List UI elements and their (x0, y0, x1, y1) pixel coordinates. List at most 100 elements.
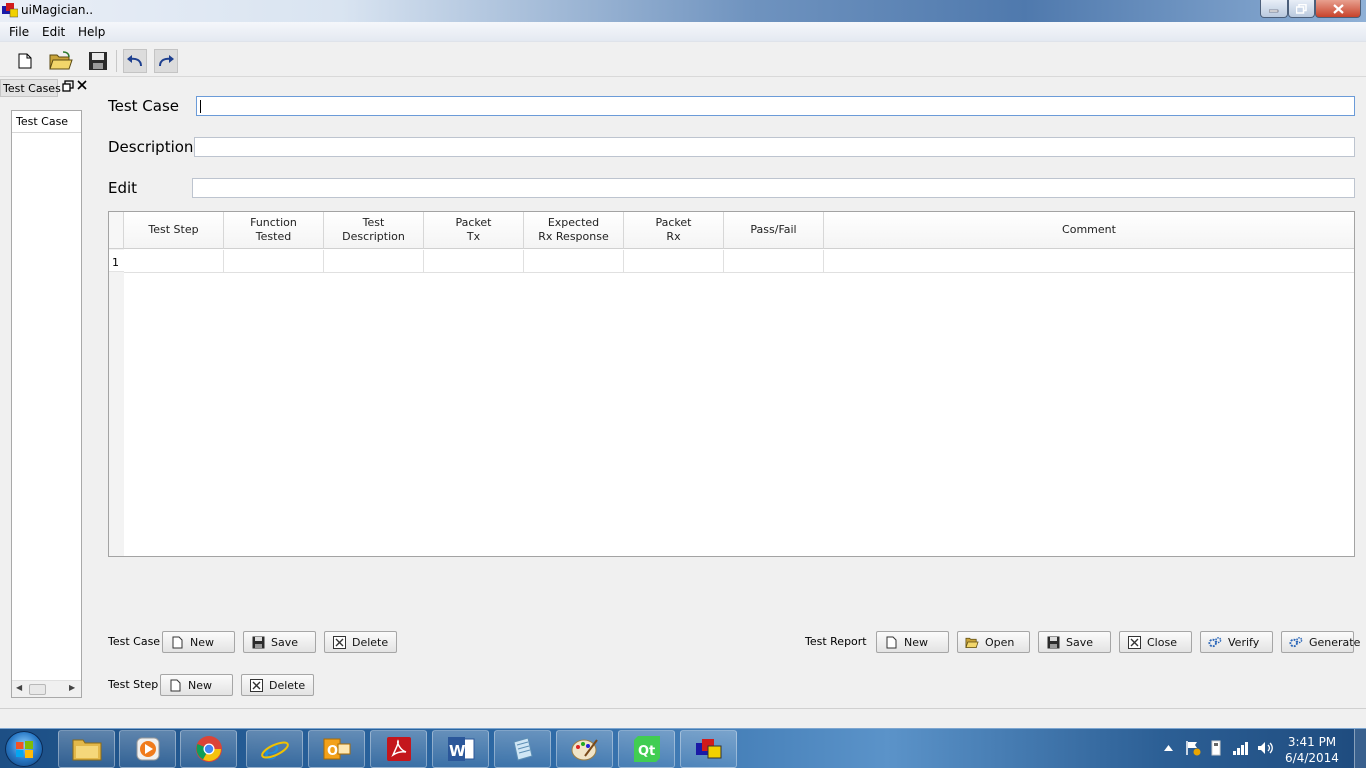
test-report-actions-label: Test Report (805, 635, 867, 648)
undo-button[interactable] (123, 49, 147, 73)
column-header-comment[interactable]: Comment (824, 212, 1354, 249)
tray-volume[interactable] (1256, 739, 1276, 757)
row-number[interactable]: 1 (109, 250, 124, 272)
test-report-new-button[interactable]: New (876, 631, 949, 653)
show-desktop-button[interactable] (1354, 729, 1366, 768)
test-case-label: Test Case (108, 97, 180, 115)
delete-icon (249, 678, 263, 692)
scroll-left-icon[interactable]: ◀ (16, 683, 22, 692)
taskbar-qt-creator[interactable]: Qt (618, 730, 675, 768)
taskbar-outlook[interactable]: O (308, 730, 365, 768)
table-cell[interactable] (224, 250, 324, 273)
save-file-button[interactable] (86, 49, 110, 73)
table-cell[interactable] (124, 250, 224, 273)
tray-device[interactable] (1207, 739, 1225, 757)
svg-text:W: W (449, 742, 466, 760)
wifi-signal-icon (1233, 742, 1248, 755)
table-cell[interactable] (624, 250, 724, 273)
column-header-function-tested[interactable]: Function Tested (224, 212, 324, 249)
menu-edit[interactable]: Edit (42, 25, 65, 39)
taskbar-acrobat[interactable] (370, 730, 427, 768)
taskbar-chrome[interactable] (180, 730, 237, 768)
new-document-icon (886, 636, 896, 648)
close-icon (1332, 3, 1344, 14)
dock-close-button[interactable] (77, 79, 87, 94)
taskbar-notepad[interactable] (494, 730, 551, 768)
taskbar-clock[interactable]: 3:41 PM 6/4/2014 (1282, 734, 1342, 766)
tray-network[interactable] (1231, 739, 1251, 757)
acrobat-icon (386, 737, 411, 761)
close-box-icon (1127, 635, 1141, 649)
dock-title: Test Cases (0, 79, 61, 97)
table-cell[interactable] (524, 250, 624, 273)
test-case-actions-label: Test Case (108, 635, 161, 648)
float-window-icon (62, 80, 74, 92)
test-report-close-button[interactable]: Close (1119, 631, 1192, 653)
taskbar-paint[interactable] (556, 730, 613, 768)
description-input[interactable] (194, 137, 1355, 157)
close-icon (77, 80, 87, 90)
test-report-generate-button[interactable]: Generate (1281, 631, 1360, 653)
button-label: New (904, 635, 928, 649)
test-report-save-button[interactable]: Save (1038, 631, 1111, 653)
column-header-test-step[interactable]: Test Step (124, 212, 224, 249)
tray-action-center[interactable] (1184, 739, 1202, 757)
menu-bar: File Edit Help (0, 22, 1366, 42)
restore-icon (1296, 3, 1307, 14)
window-title: uiMagician.. (21, 3, 94, 17)
table-corner[interactable] (109, 212, 124, 249)
column-header-packet-rx[interactable]: Packet Rx (624, 212, 724, 249)
table-cell[interactable] (724, 250, 824, 273)
taskbar-internet-explorer[interactable]: e (246, 730, 303, 768)
column-header-pass-fail[interactable]: Pass/Fail (724, 212, 824, 249)
table-cell[interactable] (824, 250, 1354, 273)
test-case-save-button[interactable]: Save (243, 631, 316, 653)
taskbar-media-player[interactable] (119, 730, 176, 768)
button-label: Open (985, 635, 1015, 649)
qt-icon: Qt (633, 736, 660, 762)
new-file-button[interactable] (13, 49, 37, 73)
tree-header[interactable]: Test Case (12, 111, 81, 133)
test-report-verify-button[interactable]: Verify (1200, 631, 1273, 653)
minimize-button[interactable] (1260, 0, 1288, 18)
menu-help[interactable]: Help (78, 25, 105, 39)
column-header-packet-tx[interactable]: Packet Tx (424, 212, 524, 249)
taskbar-uimagician[interactable] (680, 730, 737, 768)
table-cell[interactable] (324, 250, 424, 273)
floppy-disk-icon (252, 636, 264, 648)
start-button[interactable] (5, 731, 43, 767)
redo-button[interactable] (154, 49, 178, 73)
close-window-button[interactable] (1315, 0, 1361, 18)
table-cell[interactable] (424, 250, 524, 273)
gears-icon (1208, 636, 1222, 647)
taskbar-word[interactable]: W (432, 730, 489, 768)
dock-float-button[interactable] (62, 80, 74, 94)
test-steps-table[interactable]: Test Step Function Tested Test Descripti… (108, 211, 1355, 557)
outlook-icon: O (323, 738, 350, 760)
test-report-open-button[interactable]: Open (957, 631, 1030, 653)
button-label: Save (271, 635, 299, 649)
undo-icon (127, 55, 142, 67)
floppy-disk-icon (1047, 636, 1059, 648)
test-step-delete-button[interactable]: Delete (241, 674, 314, 696)
explorer-icon (72, 739, 101, 761)
uimagician-icon (695, 739, 721, 759)
test-case-delete-button[interactable]: Delete (324, 631, 397, 653)
column-header-test-description[interactable]: Test Description (324, 212, 424, 249)
edit-input[interactable] (192, 178, 1355, 198)
menu-file[interactable]: File (9, 25, 29, 39)
restore-button[interactable] (1288, 0, 1315, 18)
test-case-input[interactable] (196, 96, 1355, 116)
button-label: New (190, 635, 214, 649)
scroll-thumb[interactable] (29, 684, 46, 695)
test-step-new-button[interactable]: New (160, 674, 233, 696)
tree-horizontal-scrollbar[interactable]: ◀ ▶ (12, 680, 81, 697)
scroll-right-icon[interactable]: ▶ (69, 683, 75, 692)
test-case-new-button[interactable]: New (162, 631, 235, 653)
open-file-button[interactable] (49, 49, 73, 73)
column-header-expected-rx-response[interactable]: Expected Rx Response (524, 212, 624, 249)
taskbar-explorer[interactable] (58, 730, 115, 768)
show-hidden-icons-button[interactable] (1161, 739, 1175, 757)
test-case-tree[interactable]: Test Case ◀ ▶ (11, 110, 82, 698)
chevron-up-icon (1163, 745, 1173, 751)
